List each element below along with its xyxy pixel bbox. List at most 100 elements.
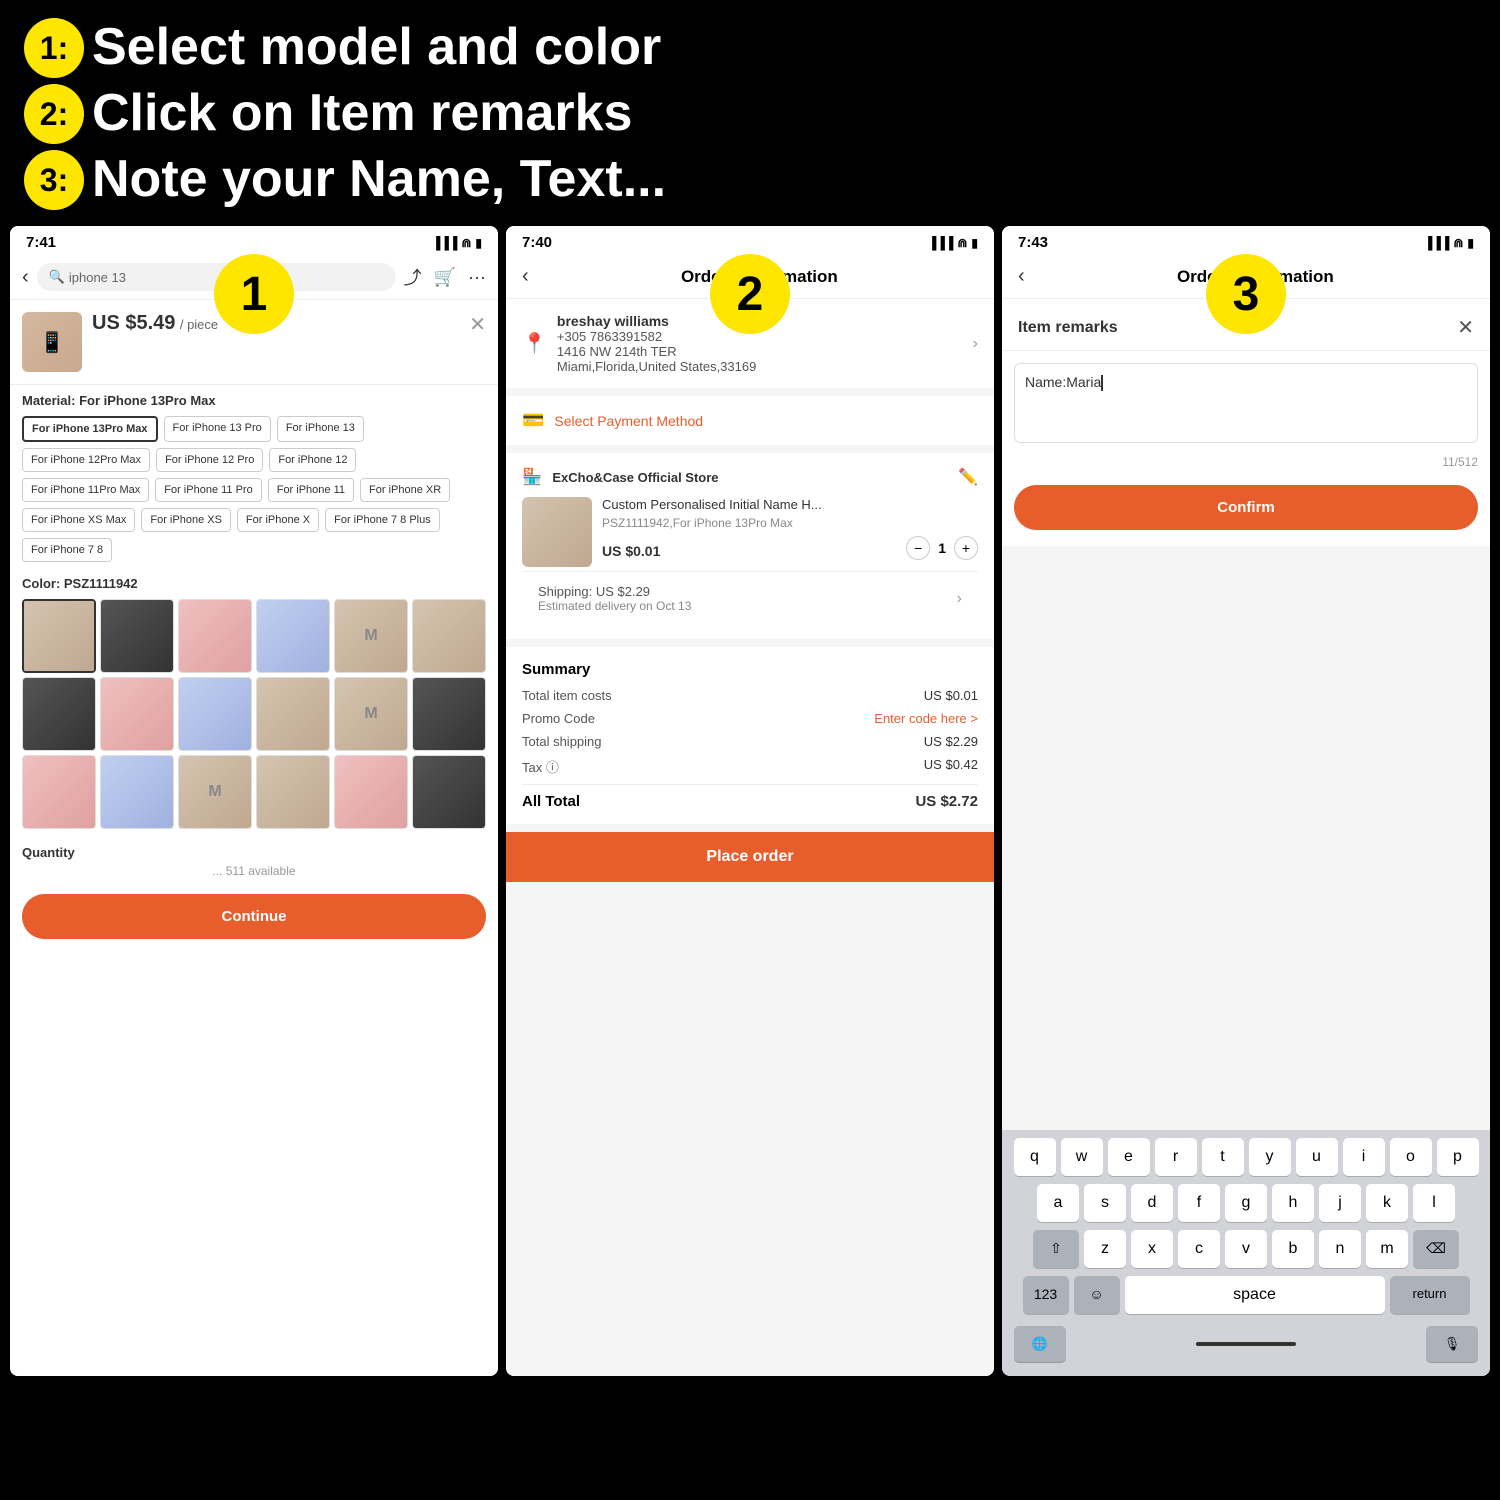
model-option-9[interactable]: For iPhone XR [360,478,450,502]
return-key[interactable]: return [1390,1276,1470,1314]
swatch-img-7 [101,678,173,750]
key-p[interactable]: p [1437,1138,1479,1176]
model-option-13[interactable]: For iPhone 7 8 Plus [325,508,440,532]
delete-key[interactable]: ⌫ [1413,1230,1459,1268]
signal-icon-2: ▐▐▐ [928,236,954,250]
key-n[interactable]: n [1319,1230,1361,1268]
key-b[interactable]: b [1272,1230,1314,1268]
place-order-button[interactable]: Place order [506,832,994,882]
color-swatch-16[interactable] [334,755,408,829]
color-swatch-6[interactable] [22,677,96,751]
key-g[interactable]: g [1225,1184,1267,1222]
color-swatch-13[interactable] [100,755,174,829]
key-m[interactable]: m [1366,1230,1408,1268]
key-c[interactable]: c [1178,1230,1220,1268]
model-option-1[interactable]: For iPhone 13 Pro [164,416,271,442]
search-icon: 🔍 [49,269,65,285]
numbers-key[interactable]: 123 [1023,1276,1069,1314]
shipping-chevron-2[interactable]: › [957,590,962,608]
color-swatch-9[interactable] [256,677,330,751]
model-option-4[interactable]: For iPhone 12 Pro [156,448,263,472]
address-chevron-2[interactable]: › [973,335,978,353]
key-z[interactable]: z [1084,1230,1126,1268]
key-i[interactable]: i [1343,1138,1385,1176]
key-w[interactable]: w [1061,1138,1103,1176]
back-arrow-1[interactable]: ‹ [22,266,29,289]
space-key[interactable]: space [1125,1276,1385,1314]
model-option-11[interactable]: For iPhone XS [141,508,231,532]
cart-item-name-2: Custom Personalised Initial Name H... [602,497,978,514]
key-r[interactable]: r [1155,1138,1197,1176]
key-a[interactable]: a [1037,1184,1079,1222]
color-value: PSZ1111942 [64,576,138,591]
order-content-2: 📍 breshay williams +305 7863391582 1416 … [506,299,994,1376]
shipping-row-2[interactable]: Shipping: US $2.29 Estimated delivery on… [522,571,978,625]
color-swatch-0[interactable] [22,599,96,673]
model-option-6[interactable]: For iPhone 11Pro Max [22,478,149,502]
key-y[interactable]: y [1249,1138,1291,1176]
key-d[interactable]: d [1131,1184,1173,1222]
key-v[interactable]: v [1225,1230,1267,1268]
color-swatch-2[interactable] [178,599,252,673]
model-option-10[interactable]: For iPhone XS Max [22,508,135,532]
key-q[interactable]: q [1014,1138,1056,1176]
model-option-2[interactable]: For iPhone 13 [277,416,364,442]
model-option-12[interactable]: For iPhone X [237,508,319,532]
model-option-7[interactable]: For iPhone 11 Pro [155,478,261,502]
summary-row-2: Total shipping US $2.29 [522,734,978,749]
quantity-section: Quantity ... 511 available [10,837,498,886]
qty-decrease-2[interactable]: − [906,536,930,560]
color-swatch-17[interactable] [412,755,486,829]
status-bar-3: 7:43 ▐▐▐ ⋒ ▮ [1002,226,1490,255]
swatch-img-9 [257,678,329,750]
continue-button[interactable]: Continue [22,894,486,939]
key-f[interactable]: f [1178,1184,1220,1222]
color-swatch-14[interactable]: M [178,755,252,829]
color-swatch-11[interactable] [412,677,486,751]
key-t[interactable]: t [1202,1138,1244,1176]
color-swatch-8[interactable] [178,677,252,751]
model-option-8[interactable]: For iPhone 11 [268,478,354,502]
shift-key[interactable]: ⇧ [1033,1230,1079,1268]
cart-icon[interactable]: 🛒 [434,267,456,288]
key-j[interactable]: j [1319,1184,1361,1222]
model-option-14[interactable]: For iPhone 7 8 [22,538,112,562]
back-button-2[interactable]: ‹ [522,265,529,288]
material-label: Material: For iPhone 13Pro Max [10,385,498,412]
globe-key[interactable]: 🌐 [1014,1326,1066,1362]
search-text: iphone 13 [69,270,126,285]
color-swatch-3[interactable] [256,599,330,673]
mic-key[interactable]: 🎙 [1426,1326,1478,1362]
model-option-3[interactable]: For iPhone 12Pro Max [22,448,150,472]
color-swatch-15[interactable] [256,755,330,829]
color-swatch-1[interactable] [100,599,174,673]
color-swatch-5[interactable] [412,599,486,673]
confirm-button[interactable]: Confirm [1014,485,1478,530]
more-icon[interactable]: ··· [468,267,486,288]
key-s[interactable]: s [1084,1184,1126,1222]
key-k[interactable]: k [1366,1184,1408,1222]
color-swatch-4[interactable]: M [334,599,408,673]
qty-increase-2[interactable]: + [954,536,978,560]
key-h[interactable]: h [1272,1184,1314,1222]
key-l[interactable]: l [1413,1184,1455,1222]
edit-icon-2[interactable]: ✏️ [958,467,978,487]
color-swatch-10[interactable]: M [334,677,408,751]
back-button-3[interactable]: ‹ [1018,265,1025,288]
payment-card-2[interactable]: 💳 Select Payment Method [506,396,994,445]
key-e[interactable]: e [1108,1138,1150,1176]
key-x[interactable]: x [1131,1230,1173,1268]
emoji-key[interactable]: ☺ [1074,1276,1120,1314]
share-icon[interactable]: ⤴ [404,264,422,290]
key-u[interactable]: u [1296,1138,1338,1176]
key-o[interactable]: o [1390,1138,1432,1176]
color-swatch-12[interactable] [22,755,96,829]
summary-val-1[interactable]: Enter code here > [874,711,978,726]
model-option-5[interactable]: For iPhone 12 [269,448,356,472]
remarks-input-field[interactable]: Name:Maria [1014,363,1478,443]
model-option-0[interactable]: For iPhone 13Pro Max [22,416,158,442]
remarks-close-button[interactable]: ✕ [1457,315,1474,340]
store-header-2: 🏪 ExCho&Case Official Store ✏️ [522,467,978,487]
close-popup-button[interactable]: ✕ [469,312,486,337]
color-swatch-7[interactable] [100,677,174,751]
